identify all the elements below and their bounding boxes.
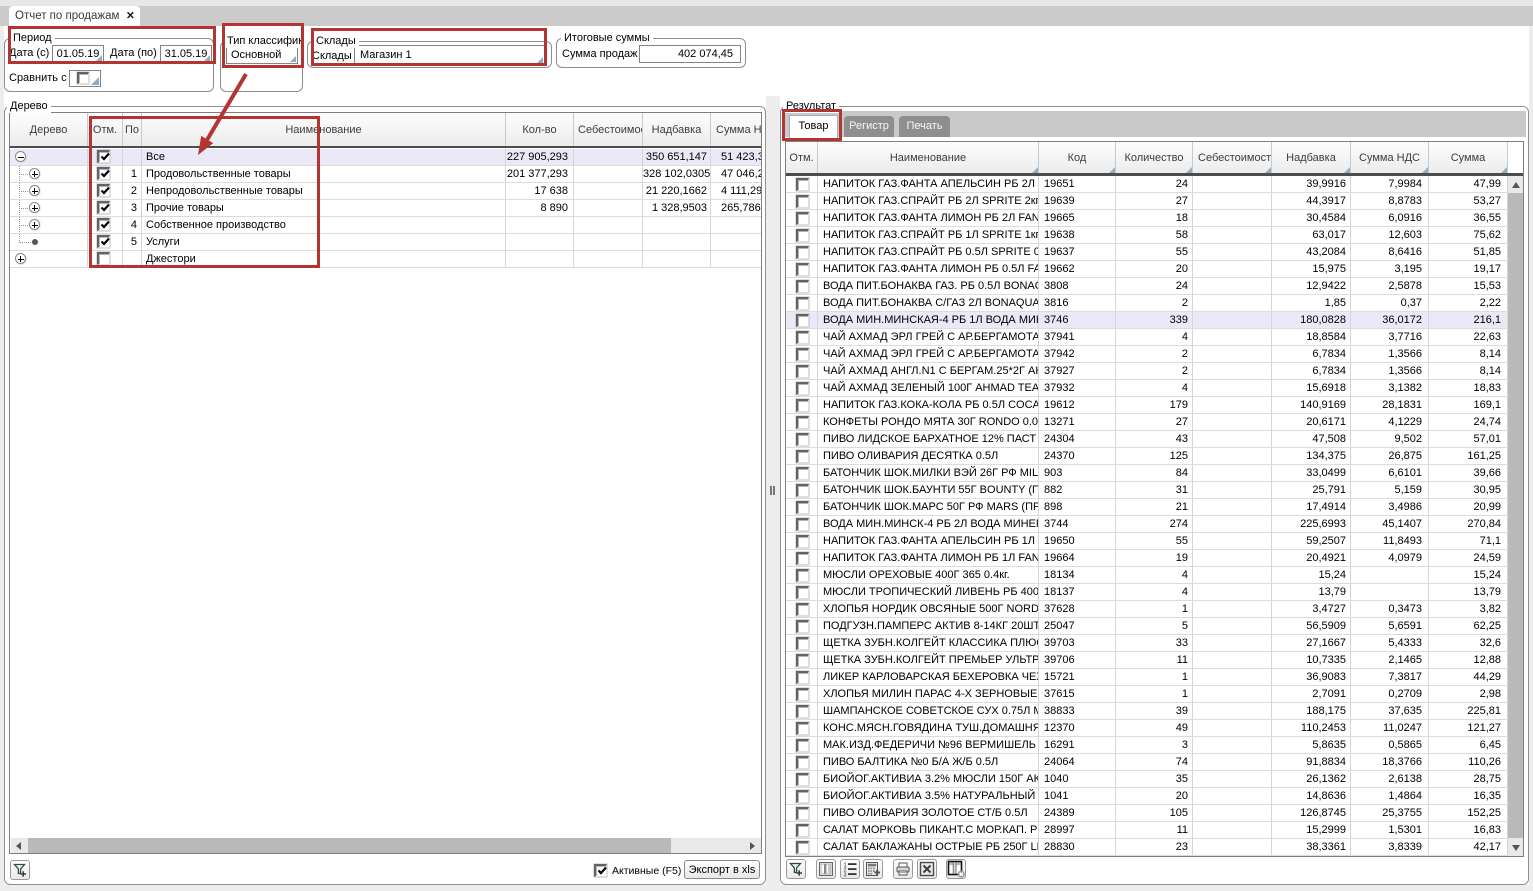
svg-text:3: 3 xyxy=(844,873,847,879)
